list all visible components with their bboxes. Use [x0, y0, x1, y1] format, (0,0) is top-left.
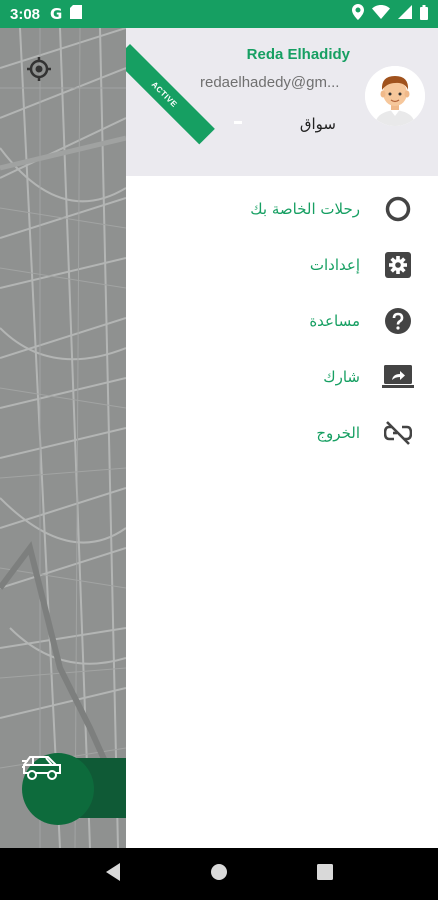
home-icon[interactable]	[209, 862, 229, 886]
help-icon	[382, 305, 414, 337]
active-badge: ACTIVE	[126, 44, 215, 145]
circle-icon	[382, 193, 414, 225]
menu-item-my-trips[interactable]: رحلات الخاصة بك	[126, 181, 438, 237]
role-indicator	[234, 121, 242, 124]
menu-item-help[interactable]: مساعدة	[126, 293, 438, 349]
menu-item-share[interactable]: شارك	[126, 349, 438, 405]
crosshair-icon	[27, 57, 51, 81]
map-streets	[0, 28, 126, 848]
gear-icon	[382, 249, 414, 281]
logout-icon	[382, 417, 414, 449]
signal-icon	[398, 5, 412, 23]
menu-item-label: إعدادات	[309, 256, 360, 274]
drawer-header: ACTIVE Reda Elhadidy redaelhadedy@gm... …	[126, 28, 438, 176]
drawer-menu: رحلات الخاصة بك إعدادات مساعدة شارك الخر…	[126, 181, 438, 461]
user-role: سواق	[299, 115, 336, 133]
sd-card-icon	[70, 5, 83, 23]
battery-icon	[420, 4, 428, 24]
wifi-icon	[372, 5, 390, 23]
car-icon	[22, 756, 61, 780]
menu-item-settings[interactable]: إعدادات	[126, 237, 438, 293]
avatar-image	[365, 66, 425, 126]
status-time: 3:08	[10, 5, 41, 23]
menu-item-label: رحلات الخاصة بك	[250, 200, 360, 218]
back-icon[interactable]	[104, 862, 122, 886]
my-location-button[interactable]	[26, 56, 58, 88]
map-view[interactable]	[0, 28, 126, 848]
system-nav-bar	[0, 848, 438, 900]
menu-item-label: مساعدة	[309, 312, 360, 330]
google-icon: G	[50, 5, 63, 23]
avatar[interactable]	[365, 66, 425, 126]
navigation-drawer: ACTIVE Reda Elhadidy redaelhadedy@gm... …	[126, 28, 438, 848]
status-bar: 3:08 G	[0, 0, 438, 28]
location-icon	[352, 4, 364, 24]
recents-icon[interactable]	[316, 863, 334, 885]
user-name: Reda Elhadidy	[246, 46, 350, 63]
user-email: redaelhadedy@gm...	[200, 74, 340, 91]
menu-item-label: شارك	[323, 368, 360, 386]
vehicle-button[interactable]	[22, 753, 94, 825]
share-icon	[382, 361, 414, 393]
menu-item-logout[interactable]: الخروج	[126, 405, 438, 461]
menu-item-label: الخروج	[316, 424, 360, 442]
